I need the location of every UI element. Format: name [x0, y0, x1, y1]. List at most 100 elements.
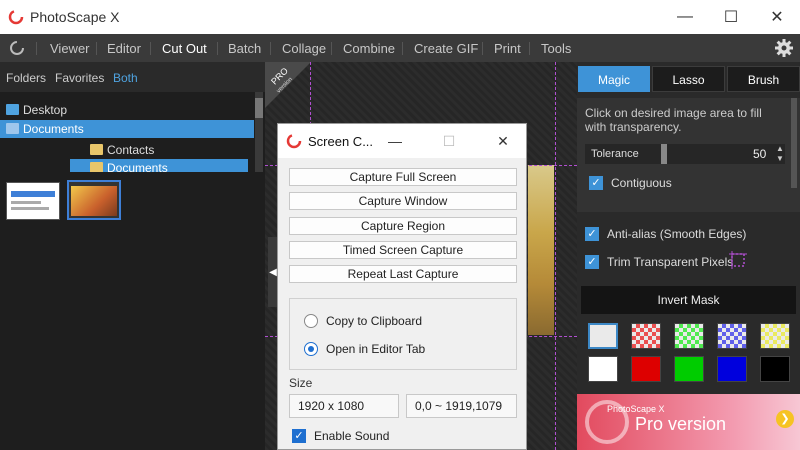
- swatch-transparent-blue-checker[interactable]: [717, 323, 747, 349]
- thumbnail-content: [11, 201, 41, 204]
- swatch-transparent-green-checker[interactable]: [674, 323, 704, 349]
- menu-batch[interactable]: Batch: [228, 41, 261, 56]
- contiguous-label[interactable]: Contiguous: [611, 176, 672, 190]
- tolerance-label: Tolerance: [591, 148, 639, 160]
- image-thumbnail[interactable]: [6, 182, 60, 220]
- magic-eraser-settings: Click on desired image area to fill with…: [577, 98, 800, 212]
- tree-item-label: Documents: [107, 161, 168, 172]
- thumbnail-content: [71, 186, 117, 216]
- chevron-left-icon: ◀: [269, 266, 277, 278]
- swatch-blue[interactable]: [717, 356, 747, 382]
- tree-item-contacts[interactable]: Contacts: [70, 141, 248, 159]
- tolerance-slider-handle[interactable]: [661, 144, 667, 164]
- swatch-transparent-yellow-checker[interactable]: [760, 323, 790, 349]
- menu-create-gif[interactable]: Create GIF: [414, 41, 478, 56]
- output-options-group: Copy to Clipboard Open in Editor Tab: [289, 298, 517, 370]
- trim-transparent-label[interactable]: Trim Transparent Pixels: [607, 255, 733, 269]
- checkmark-icon: ✓: [294, 430, 304, 442]
- promo-title: Pro version: [635, 414, 727, 434]
- tab-brush[interactable]: Brush: [727, 66, 800, 92]
- dialog-close-button[interactable]: ✕: [485, 124, 521, 158]
- settings-gear-icon[interactable]: [774, 38, 794, 58]
- menu-print[interactable]: Print: [494, 41, 521, 56]
- chevron-right-icon[interactable]: ❯: [776, 410, 794, 428]
- pro-version-badge[interactable]: PRO version: [265, 62, 311, 108]
- enable-sound-checkbox[interactable]: ✓: [292, 429, 306, 443]
- tree-item-desktop[interactable]: Desktop: [0, 101, 254, 119]
- swatch-black[interactable]: [760, 356, 790, 382]
- dialog-minimize-button[interactable]: —: [377, 124, 413, 158]
- enable-sound-label[interactable]: Enable Sound: [314, 429, 389, 443]
- trim-bounds-icon: [729, 251, 747, 269]
- invert-mask-button[interactable]: Invert Mask: [581, 286, 796, 314]
- menu-tools[interactable]: Tools: [541, 41, 571, 56]
- open-in-editor-tab-label[interactable]: Open in Editor Tab: [326, 342, 425, 356]
- menu-bar: Viewer Editor Cut Out Batch Collage Comb…: [0, 34, 800, 62]
- dialog-maximize-button[interactable]: ☐: [431, 124, 467, 158]
- menu-divider: [402, 42, 403, 55]
- crop-guide-line: [555, 62, 556, 450]
- pro-version-banner[interactable]: PhotoScape X Pro version ❯: [577, 394, 800, 450]
- menu-cut-out[interactable]: Cut Out: [162, 41, 207, 56]
- menu-divider: [270, 42, 271, 55]
- tolerance-slider[interactable]: Tolerance 50 ▲ ▼: [585, 144, 785, 164]
- open-in-editor-tab-radio[interactable]: [304, 342, 318, 356]
- contacts-folder-icon: [90, 144, 103, 155]
- tab-lasso[interactable]: Lasso: [652, 66, 725, 92]
- capture-region-button[interactable]: Capture Region: [289, 217, 517, 235]
- timed-screen-capture-button[interactable]: Timed Screen Capture: [289, 241, 517, 259]
- minimize-button[interactable]: —: [662, 0, 708, 34]
- tree-scrollbar[interactable]: [255, 92, 263, 172]
- tree-item-documents[interactable]: Documents: [0, 120, 254, 138]
- menu-divider: [331, 42, 332, 55]
- tolerance-spinner[interactable]: ▲ ▼: [775, 144, 785, 164]
- copy-to-clipboard-label[interactable]: Copy to Clipboard: [326, 314, 422, 328]
- documents-folder-icon: [90, 162, 103, 172]
- folder-tabs: Folders Favorites Both: [0, 62, 265, 92]
- tolerance-value: 50: [753, 147, 767, 161]
- desktop-folder-icon: [6, 104, 19, 115]
- image-thumbnail-selected[interactable]: [67, 180, 121, 220]
- menu-editor[interactable]: Editor: [107, 41, 141, 56]
- maximize-icon: ☐: [723, 9, 739, 26]
- menu-divider: [150, 42, 151, 55]
- tab-folders[interactable]: Folders: [6, 71, 46, 85]
- tool-tabs: Magic Eraser Lasso Brush: [577, 66, 800, 113]
- home-icon[interactable]: [8, 39, 26, 57]
- menu-divider: [217, 42, 218, 55]
- trim-transparent-checkbox[interactable]: ✓: [585, 255, 599, 269]
- spin-down-icon[interactable]: ▼: [775, 154, 785, 164]
- antialias-label[interactable]: Anti-alias (Smooth Edges): [607, 227, 746, 241]
- title-bar: PhotoScape X — ☐ ✕: [0, 0, 800, 34]
- tree-item-documents-sub[interactable]: Documents: [70, 159, 248, 172]
- browser-panel: Folders Favorites Both Desktop Documents…: [0, 62, 265, 450]
- checkmark-icon: ✓: [587, 256, 597, 268]
- tree-item-label: Documents: [23, 122, 84, 136]
- menu-collage[interactable]: Collage: [282, 41, 326, 56]
- capture-full-screen-button[interactable]: Capture Full Screen: [289, 168, 517, 186]
- scrollbar-thumb[interactable]: [255, 98, 263, 118]
- canvas-image: [528, 165, 554, 335]
- settings-scrollbar[interactable]: [791, 98, 797, 188]
- menu-divider: [96, 42, 97, 55]
- tab-both[interactable]: Both: [113, 71, 138, 85]
- spin-up-icon[interactable]: ▲: [775, 144, 785, 154]
- swatch-green[interactable]: [674, 356, 704, 382]
- menu-viewer[interactable]: Viewer: [50, 41, 90, 56]
- maximize-button[interactable]: ☐: [708, 0, 754, 34]
- menu-combine[interactable]: Combine: [343, 41, 395, 56]
- size-label: Size: [289, 376, 313, 390]
- swatch-transparent-red-checker[interactable]: [631, 323, 661, 349]
- swatch-white[interactable]: [588, 356, 618, 382]
- capture-window-button[interactable]: Capture Window: [289, 192, 517, 210]
- antialias-checkbox[interactable]: ✓: [585, 227, 599, 241]
- range-value-field: 0,0 ~ 1919,1079: [406, 394, 517, 418]
- swatch-transparent-white-checker[interactable]: [588, 323, 618, 349]
- tab-magic-eraser[interactable]: Magic Eraser: [578, 66, 650, 113]
- swatch-red[interactable]: [631, 356, 661, 382]
- repeat-last-capture-button[interactable]: Repeat Last Capture: [289, 265, 517, 283]
- tab-favorites[interactable]: Favorites: [55, 71, 104, 85]
- close-button[interactable]: ✕: [754, 0, 800, 34]
- contiguous-checkbox[interactable]: ✓: [589, 176, 603, 190]
- copy-to-clipboard-radio[interactable]: [304, 314, 318, 328]
